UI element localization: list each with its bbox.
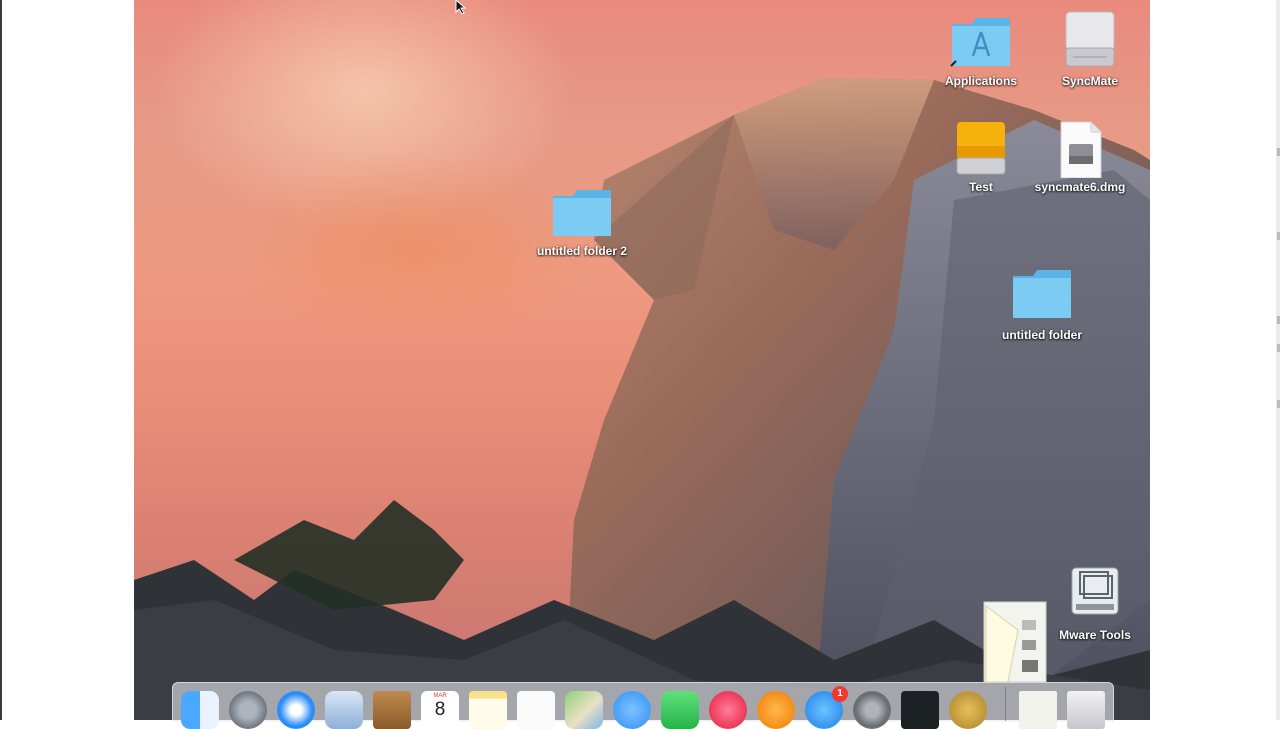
folder-icon: [1013, 270, 1071, 318]
desktop-icon-label: syncmate6.dmg: [1034, 180, 1126, 194]
system-preferences-icon[interactable]: [853, 691, 891, 729]
desktop-icon-vmware-tools[interactable]: Mware Tools: [1040, 564, 1150, 642]
trash-icon[interactable]: [1067, 691, 1105, 729]
external-drive-icon: [956, 122, 1006, 175]
dmg-file-icon: [1060, 121, 1102, 179]
window-frame-left: [0, 0, 2, 720]
desktop-icon-label: Applications: [944, 74, 1017, 88]
desktop[interactable]: Applications SyncMate Test syncmate6.dmg…: [134, 0, 1150, 720]
app-store-badge: 1: [832, 686, 848, 702]
dock: MAR 8: [172, 682, 1114, 729]
desktop-icon-label: Test: [969, 180, 993, 194]
calendar-icon[interactable]: MAR 8: [421, 691, 459, 729]
desktop-icon-label: untitled folder 2: [537, 244, 627, 258]
itunes-icon[interactable]: [709, 691, 747, 729]
disk-drive-icon: [1065, 11, 1115, 67]
documents-stack-icon[interactable]: [1019, 691, 1057, 729]
mail-icon[interactable]: [325, 691, 363, 729]
ibooks-icon[interactable]: [757, 691, 795, 729]
messages-icon[interactable]: [613, 691, 651, 729]
facetime-icon[interactable]: [661, 691, 699, 729]
desktop-icon-label: untitled folder: [1002, 328, 1082, 342]
desktop-icon-syncmate6-dmg[interactable]: syncmate6.dmg: [1025, 120, 1135, 194]
reminders-icon[interactable]: [517, 691, 555, 729]
documents-stack-preview: [983, 601, 1047, 682]
desktop-icon-untitled-folder[interactable]: untitled folder: [987, 268, 1097, 342]
desktop-icon-untitled-folder-2[interactable]: untitled folder 2: [527, 188, 637, 258]
window-frame-right: [1276, 0, 1280, 720]
desktop-icon-test[interactable]: Test: [926, 120, 1036, 194]
activity-monitor-icon[interactable]: [901, 691, 939, 729]
notes-icon[interactable]: [469, 691, 507, 729]
maps-icon[interactable]: [565, 691, 603, 729]
desktop-icon-label: Mware Tools: [1059, 628, 1131, 642]
keychain-icon[interactable]: [949, 691, 987, 729]
contacts-icon[interactable]: [373, 691, 411, 729]
desktop-icon-syncmate[interactable]: SyncMate: [1035, 10, 1145, 88]
applications-folder-icon: [950, 18, 1010, 67]
launchpad-icon[interactable]: [229, 691, 267, 729]
finder-icon[interactable]: [181, 691, 219, 729]
desktop-icon-label: SyncMate: [1061, 74, 1119, 88]
mouse-cursor-icon: [455, 0, 467, 14]
dock-separator: [1005, 687, 1006, 721]
desktop-icon-applications[interactable]: Applications: [926, 14, 1036, 88]
calendar-day: 8: [434, 699, 446, 720]
safari-icon[interactable]: [277, 691, 315, 729]
vmware-tools-icon: [1071, 567, 1119, 615]
folder-icon: [553, 190, 611, 236]
